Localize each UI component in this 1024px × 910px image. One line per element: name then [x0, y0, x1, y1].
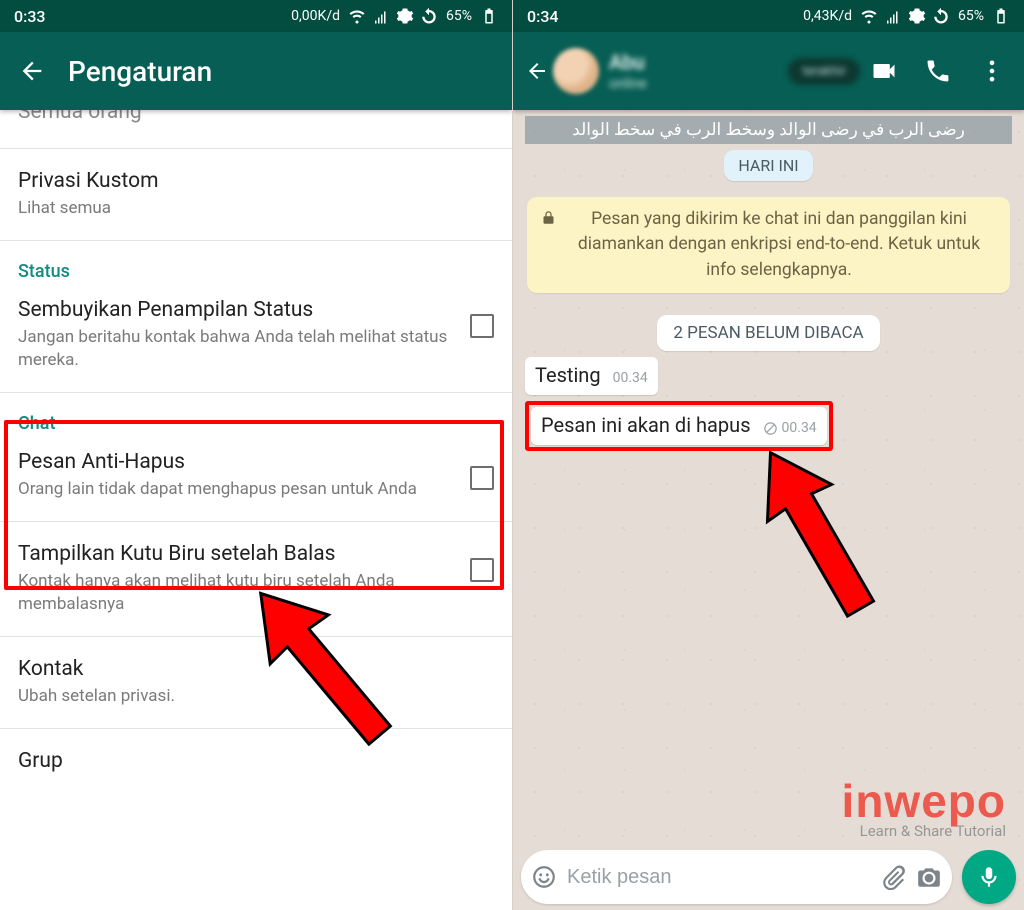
- voice-call-icon[interactable]: [924, 57, 952, 85]
- messages-container: Testing 00.34 Pesan ini akan di hapus 00…: [525, 357, 1012, 451]
- chat-screen: 0:34 0,43K/d 65% Abu online terakhir: [512, 0, 1024, 910]
- lock-icon: [541, 210, 556, 225]
- mic-icon: [976, 864, 1002, 890]
- mic-button[interactable]: [962, 850, 1016, 904]
- back-button[interactable]: [525, 48, 599, 94]
- divider: [0, 521, 512, 522]
- message-text: Pesan ini akan di hapus: [541, 413, 751, 437]
- page-title: Pengaturan: [68, 55, 212, 88]
- status-bar: 0:34 0,43K/d 65%: [513, 0, 1024, 32]
- message-input-pill[interactable]: [521, 850, 952, 904]
- status-icons: 0,43K/d 65%: [803, 7, 1010, 25]
- contact-info[interactable]: Abu online: [609, 50, 778, 92]
- message-time: 00.34: [613, 370, 648, 387]
- clock: 0:33: [14, 7, 46, 26]
- contact-status: online: [609, 76, 778, 92]
- clock: 0:34: [527, 7, 559, 26]
- camera-icon[interactable]: [916, 864, 942, 890]
- setting-title: Privasi Kustom: [18, 169, 494, 193]
- wifi-icon: [860, 7, 878, 25]
- setting-subtitle: Jangan beritahu kontak bahwa Anda telah …: [18, 326, 456, 372]
- setting-everyone-partial[interactable]: Semua orang: [0, 110, 512, 142]
- setting-blue-tick[interactable]: Tampilkan Kutu Biru setelah Balas Kontak…: [0, 528, 512, 630]
- wifi-icon: [348, 7, 366, 25]
- annotation-highlight-box: Pesan ini akan di hapus 00.34: [525, 401, 833, 451]
- battery-text: 65%: [958, 8, 984, 24]
- chat-toolbar: Abu online terakhir: [513, 32, 1024, 110]
- avatar[interactable]: [553, 48, 599, 94]
- message-input[interactable]: [567, 866, 870, 889]
- setting-title: Pesan Anti-Hapus: [18, 450, 456, 474]
- ban-icon: [763, 421, 778, 436]
- back-icon[interactable]: [18, 57, 46, 85]
- watermark: inwepo Learn & Share Tutorial: [842, 774, 1006, 840]
- checkbox[interactable]: [470, 466, 494, 490]
- incoming-message[interactable]: Testing 00.34: [525, 357, 658, 395]
- settings-list[interactable]: Semua orang Privasi Kustom Lihat semua S…: [0, 110, 512, 910]
- toolbar-pill: terakhir: [788, 58, 860, 85]
- setting-title: Sembuyikan Penampilan Status: [18, 298, 456, 322]
- settings-screen: 0:33 0,00K/d 65% Pengaturan Semua orang: [0, 0, 512, 910]
- watermark-brand: inwepo: [842, 774, 1006, 828]
- section-chat: Chat: [0, 399, 512, 436]
- data-rate: 0,43K/d: [803, 8, 852, 24]
- checkbox[interactable]: [470, 314, 494, 338]
- arabic-banner: رضى الرب في رضى الوالد وسخط الرب في سخط …: [525, 116, 1012, 144]
- setting-hide-status[interactable]: Sembuyikan Penampilan Status Jangan beri…: [0, 284, 512, 386]
- data-rate: 0,00K/d: [291, 8, 340, 24]
- battery-text: 65%: [446, 8, 472, 24]
- attachment-icon[interactable]: [880, 864, 906, 890]
- incoming-message-deleted[interactable]: Pesan ini akan di hapus 00.34: [531, 407, 827, 445]
- battery-icon: [480, 7, 498, 25]
- status-bar: 0:33 0,00K/d 65%: [0, 0, 512, 32]
- setting-subtitle: Lihat semua: [18, 197, 494, 220]
- signal-icon: [884, 7, 902, 25]
- section-status: Status: [0, 247, 512, 284]
- setting-title: Tampilkan Kutu Biru setelah Balas: [18, 542, 456, 566]
- gear-icon: [396, 7, 414, 25]
- refresh-icon: [420, 7, 438, 25]
- chat-input-bar: [513, 850, 1024, 904]
- message-text: Testing: [535, 363, 601, 387]
- settings-toolbar: Pengaturan: [0, 32, 512, 110]
- unread-pill: 2 PESAN BELUM DIBACA: [657, 315, 879, 351]
- watermark-tagline: Learn & Share Tutorial: [842, 822, 1006, 840]
- setting-groups[interactable]: Grup: [0, 735, 512, 791]
- signal-icon: [372, 7, 390, 25]
- encryption-notice[interactable]: Pesan yang dikirim ke chat ini dan pangg…: [527, 197, 1010, 293]
- gear-icon: [908, 7, 926, 25]
- setting-title: Semua orang: [18, 110, 494, 124]
- message-time: 00.34: [763, 420, 817, 437]
- more-icon[interactable]: [978, 57, 1006, 85]
- battery-icon: [992, 7, 1010, 25]
- setting-anti-delete[interactable]: Pesan Anti-Hapus Orang lain tidak dapat …: [0, 436, 512, 515]
- chat-body[interactable]: رضى الرب في رضى الوالد وسخط الرب في سخط …: [513, 110, 1024, 910]
- setting-subtitle: Ubah setelan privasi.: [18, 685, 494, 708]
- encryption-text: Pesan yang dikirim ke chat ini dan pangg…: [562, 207, 996, 283]
- divider: [0, 392, 512, 393]
- setting-custom-privacy[interactable]: Privasi Kustom Lihat semua: [0, 155, 512, 234]
- checkbox[interactable]: [470, 558, 494, 582]
- divider: [0, 636, 512, 637]
- setting-title: Grup: [18, 749, 494, 773]
- annotation-arrow-icon: [743, 440, 893, 630]
- setting-title: Kontak: [18, 657, 494, 681]
- emoji-icon[interactable]: [531, 864, 557, 890]
- setting-subtitle: Kontak hanya akan melihat kutu biru sete…: [18, 570, 456, 616]
- refresh-icon: [932, 7, 950, 25]
- contact-name: Abu: [609, 50, 778, 74]
- status-icons: 0,00K/d 65%: [291, 7, 498, 25]
- setting-subtitle: Orang lain tidak dapat menghapus pesan u…: [18, 478, 456, 501]
- divider: [0, 148, 512, 149]
- setting-contacts[interactable]: Kontak Ubah setelan privasi.: [0, 643, 512, 722]
- date-pill: HARI INI: [724, 150, 812, 181]
- divider: [0, 728, 512, 729]
- back-icon: [525, 59, 549, 83]
- video-call-icon[interactable]: [870, 57, 898, 85]
- divider: [0, 240, 512, 241]
